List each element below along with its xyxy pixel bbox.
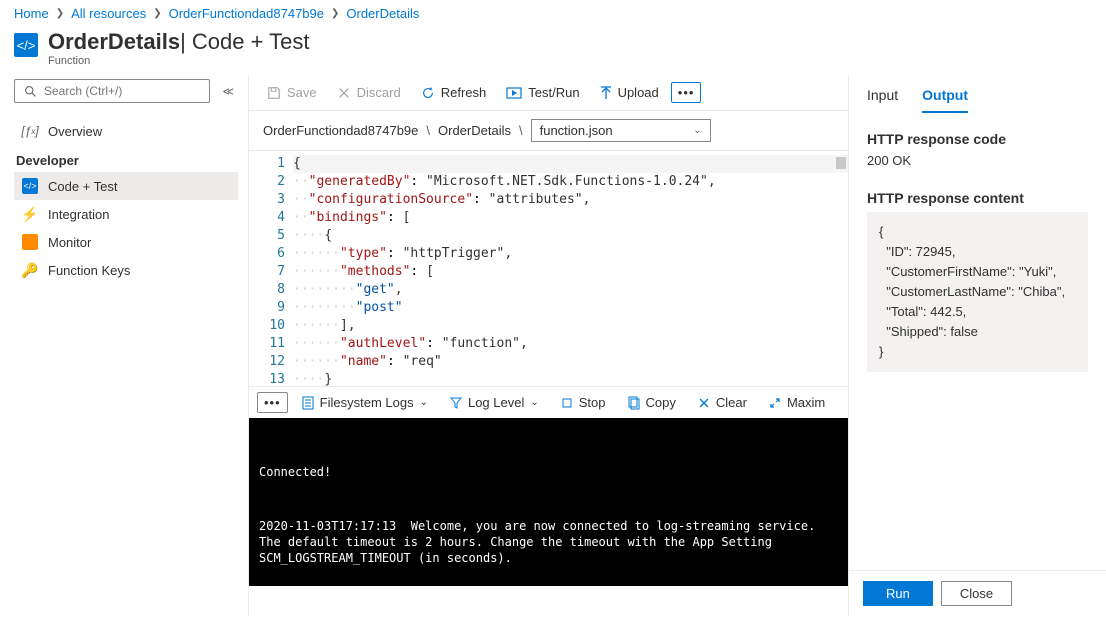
- sidebar: ≪ [ƒx] Overview Developer </> Code + Tes…: [0, 75, 248, 616]
- chevron-down-icon: ⌄: [530, 397, 538, 408]
- console-body: 2020-11-03T17:17:13 Welcome, you are now…: [259, 518, 838, 566]
- sidebar-item-monitor[interactable]: Monitor: [14, 228, 238, 256]
- chevron-right-icon: ❯: [56, 8, 64, 19]
- function-icon: [ƒx]: [22, 123, 38, 139]
- button-label: Upload: [618, 85, 659, 100]
- collapse-sidebar-icon[interactable]: ≪: [218, 85, 238, 98]
- tab-output[interactable]: Output: [922, 87, 968, 113]
- copy-button[interactable]: Copy: [620, 391, 684, 414]
- button-label: Stop: [579, 395, 606, 410]
- button-label: Copy: [646, 395, 676, 410]
- file-path-bar: OrderFunctiondad8747b9e \ OrderDetails \…: [249, 111, 848, 150]
- sidebar-item-label: Function Keys: [48, 263, 130, 278]
- breadcrumb: Home ❯ All resources ❯ OrderFunctiondad8…: [0, 0, 1106, 27]
- file-select-dropdown[interactable]: function.json ⌄: [531, 119, 711, 142]
- button-label: Maxim: [787, 395, 825, 410]
- sidebar-item-integration[interactable]: ⚡ Integration: [14, 200, 238, 228]
- console-connected: Connected!: [259, 464, 838, 480]
- code-icon: </>: [22, 178, 38, 194]
- response-code-value: 200 OK: [867, 153, 1088, 168]
- sidebar-item-label: Code + Test: [48, 179, 118, 194]
- line-gutter: 1234567891011121314: [249, 151, 293, 386]
- upload-button[interactable]: Upload: [592, 81, 667, 104]
- tab-input[interactable]: Input: [867, 87, 898, 113]
- response-content-heading: HTTP response content: [867, 190, 1088, 206]
- run-button[interactable]: Run: [863, 581, 933, 606]
- lightning-icon: ⚡: [22, 206, 38, 222]
- panel-footer: Run Close: [849, 570, 1106, 616]
- file-select-value: function.json: [540, 123, 613, 138]
- chevron-right-icon: ❯: [153, 8, 161, 19]
- page-title-bold: OrderDetails: [48, 29, 180, 55]
- sidebar-item-label: Monitor: [48, 235, 91, 250]
- refresh-button[interactable]: Refresh: [413, 81, 495, 104]
- breadcrumb-all-resources[interactable]: All resources: [71, 6, 146, 21]
- sidebar-item-label: Overview: [48, 124, 102, 139]
- button-label: Clear: [716, 395, 747, 410]
- search-icon: [22, 83, 38, 99]
- log-toolbar: ••• Filesystem Logs ⌄ Log Level ⌄ Stop: [249, 386, 848, 418]
- discard-button[interactable]: Discard: [329, 81, 409, 104]
- search-input-wrapper[interactable]: [14, 79, 210, 103]
- path-segment: OrderFunctiondad8747b9e: [263, 123, 418, 138]
- ellipsis-icon: •••: [678, 85, 695, 100]
- page-subtitle: Function: [48, 55, 310, 67]
- button-label: Log Level: [468, 395, 524, 410]
- breadcrumb-function-app[interactable]: OrderFunctiondad8747b9e: [169, 6, 324, 21]
- test-run-button[interactable]: Test/Run: [498, 81, 587, 104]
- button-label: Refresh: [441, 85, 487, 100]
- editor-toolbar: Save Discard Refresh Test/Run Upload: [249, 75, 848, 111]
- backslash-icon: \: [519, 123, 523, 138]
- more-actions-button[interactable]: •••: [671, 82, 702, 103]
- stop-button[interactable]: Stop: [553, 391, 614, 414]
- code-editor[interactable]: 1234567891011121314 {··"generatedBy": "M…: [249, 150, 848, 386]
- clear-button[interactable]: Clear: [690, 391, 755, 414]
- page-title-light: Code + Test: [192, 29, 310, 54]
- chevron-down-icon: ⌄: [693, 125, 701, 136]
- button-label: Save: [287, 85, 317, 100]
- function-badge-icon: </>: [14, 33, 38, 57]
- search-input[interactable]: [44, 84, 202, 98]
- chevron-right-icon: ❯: [331, 8, 339, 19]
- path-segment: OrderDetails: [438, 123, 511, 138]
- sidebar-item-code-test[interactable]: </> Code + Test: [14, 172, 238, 200]
- filesystem-logs-dropdown[interactable]: Filesystem Logs ⌄: [294, 391, 436, 414]
- output-tabs: Input Output: [849, 75, 1106, 113]
- sidebar-item-label: Integration: [48, 207, 109, 222]
- response-content-body: { "ID": 72945, "CustomerFirstName": "Yuk…: [867, 212, 1088, 372]
- scrollbar-thumb[interactable]: [836, 157, 846, 169]
- breadcrumb-function[interactable]: OrderDetails: [346, 6, 419, 21]
- page-header: </> OrderDetails | Code + Test Function: [0, 27, 1106, 75]
- log-console[interactable]: Connected! 2020-11-03T17:17:13 Welcome, …: [249, 418, 848, 586]
- key-icon: 🔑: [22, 262, 38, 278]
- sidebar-item-function-keys[interactable]: 🔑 Function Keys: [14, 256, 238, 284]
- monitor-icon: [22, 234, 38, 250]
- ellipsis-icon: •••: [264, 395, 281, 410]
- sidebar-item-overview[interactable]: [ƒx] Overview: [14, 117, 238, 145]
- button-label: Filesystem Logs: [320, 395, 414, 410]
- close-button[interactable]: Close: [941, 581, 1012, 606]
- backslash-icon: \: [426, 123, 430, 138]
- button-label: Test/Run: [528, 85, 579, 100]
- code-content[interactable]: {··"generatedBy": "Microsoft.NET.Sdk.Fun…: [293, 151, 848, 386]
- log-more-button[interactable]: •••: [257, 392, 288, 413]
- page-title-sep: |: [180, 29, 192, 54]
- log-level-dropdown[interactable]: Log Level ⌄: [442, 391, 547, 414]
- save-button[interactable]: Save: [259, 81, 325, 104]
- button-label: Discard: [357, 85, 401, 100]
- sidebar-section-developer: Developer: [14, 145, 238, 172]
- maximize-button[interactable]: Maxim: [761, 391, 833, 414]
- breadcrumb-home[interactable]: Home: [14, 6, 49, 21]
- page-title: OrderDetails | Code + Test: [48, 29, 310, 55]
- response-code-heading: HTTP response code: [867, 131, 1088, 147]
- chevron-down-icon: ⌄: [420, 397, 428, 408]
- test-output-panel: Input Output HTTP response code 200 OK H…: [848, 75, 1106, 616]
